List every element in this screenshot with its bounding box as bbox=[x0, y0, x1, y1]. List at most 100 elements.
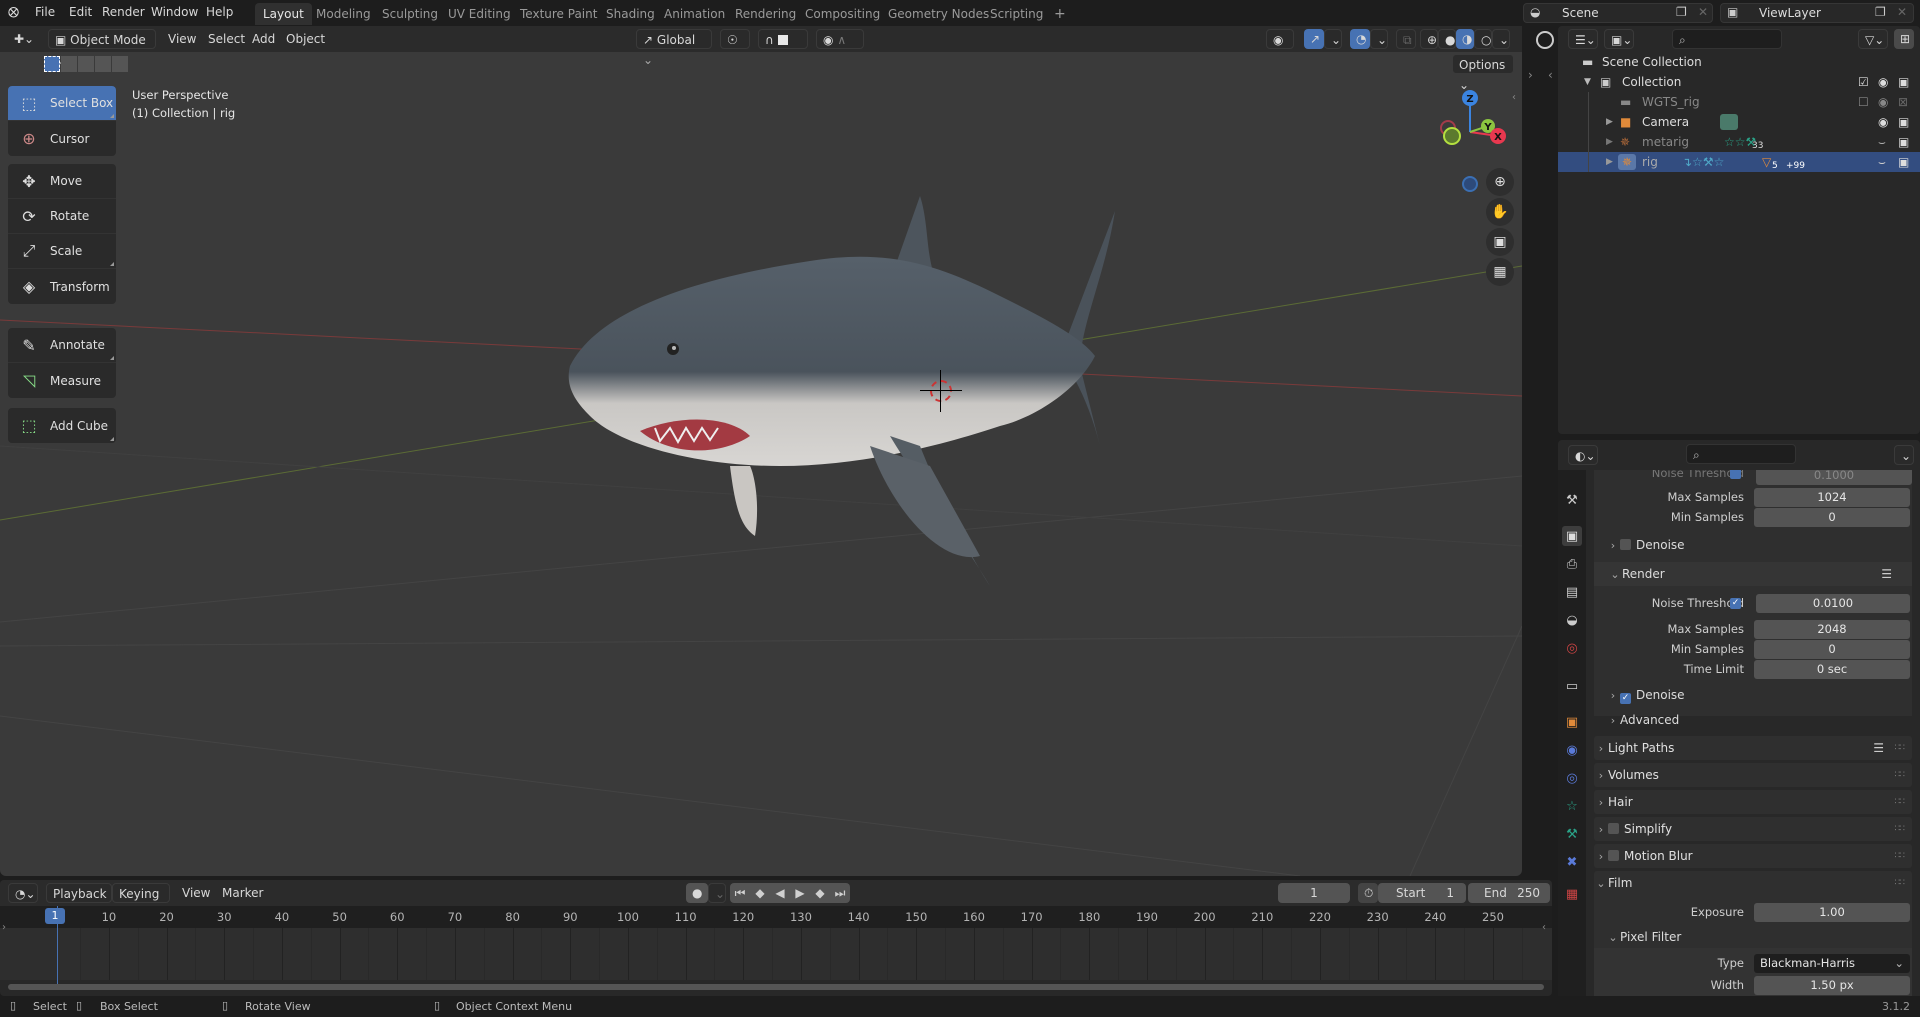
tab-texture-paint[interactable]: Texture Paint bbox=[512, 3, 605, 25]
outliner-row-metarig[interactable]: ▶ ✵ metarig ☆☆⚒ 33 ⌣ ▣ bbox=[1558, 132, 1920, 152]
tool-cursor[interactable]: ⊕ Cursor bbox=[8, 121, 116, 156]
play-icon[interactable]: ▶ bbox=[790, 883, 810, 903]
playback-menu[interactable]: Playback ⌄ bbox=[46, 883, 112, 921]
tool-rotate[interactable]: ⟳ Rotate bbox=[8, 199, 116, 234]
next-keyframe-icon[interactable]: ◆ bbox=[810, 883, 830, 903]
selectability-visibility-button[interactable]: ◉ bbox=[1266, 29, 1294, 49]
outliner-row-collection[interactable]: ▼ ▣ Collection ☑ ◉ ▣ bbox=[1558, 72, 1920, 92]
pivot-point-button[interactable]: ☉ bbox=[720, 29, 750, 49]
menu-file[interactable]: File bbox=[35, 5, 55, 19]
menu-object[interactable]: Object bbox=[280, 29, 331, 49]
filter-type-dropdown[interactable]: Blackman-Harris ⌄ bbox=[1754, 954, 1910, 973]
max-samples-render-field[interactable]: 2048 bbox=[1754, 620, 1910, 639]
expand-channels-icon[interactable]: › bbox=[2, 922, 6, 933]
play-reverse-icon[interactable]: ◀ bbox=[770, 883, 790, 903]
sidebar-toggle-icon[interactable]: ‹ bbox=[1542, 922, 1546, 933]
tab-animation[interactable]: Animation bbox=[656, 3, 733, 25]
exposure-field[interactable]: 1.00 bbox=[1754, 903, 1910, 922]
properties-editor-icon[interactable] bbox=[1536, 31, 1554, 49]
keying-menu[interactable]: Keying ⌄ bbox=[112, 883, 170, 921]
3d-cursor-icon[interactable] bbox=[930, 380, 952, 402]
outliner-search[interactable]: ⌕ bbox=[1672, 29, 1782, 49]
outliner-row-camera[interactable]: ▶ ■ Camera ◉ ▣ bbox=[1558, 112, 1920, 132]
view-layer-tab-icon[interactable]: ▤ bbox=[1562, 582, 1582, 602]
tool-annotate[interactable]: ✎ Annotate bbox=[8, 328, 116, 363]
pan-view-icon[interactable]: ✋ bbox=[1486, 198, 1514, 226]
constraints-tab-icon[interactable]: ◎ bbox=[1562, 768, 1582, 788]
shark-model[interactable] bbox=[560, 166, 1140, 686]
new-view-layer-icon[interactable]: ❐ bbox=[1875, 5, 1886, 19]
panel-hair[interactable]: › Hair ∷∷ bbox=[1594, 790, 1912, 814]
output-tab-icon[interactable]: ⎙ bbox=[1562, 554, 1582, 574]
shading-wireframe[interactable]: ⊕ bbox=[1420, 29, 1438, 49]
film-panel-header[interactable]: ⌄ Film ∷∷ bbox=[1594, 871, 1912, 895]
menu-select[interactable]: Select bbox=[202, 29, 251, 49]
denoise-viewport-subpanel[interactable]: › Denoise bbox=[1606, 538, 1920, 558]
select-new-icon[interactable] bbox=[44, 56, 60, 72]
overlay-toggle[interactable]: ◔ bbox=[1350, 29, 1370, 49]
noise-threshold-field[interactable]: 0.1000 bbox=[1756, 470, 1912, 485]
noise-threshold-render-field[interactable]: 0.0100 bbox=[1756, 594, 1910, 613]
editor-type-button[interactable]: ◐⌄ bbox=[1568, 445, 1598, 465]
tool-tab-icon[interactable]: ⚒ bbox=[1562, 490, 1582, 510]
tab-geometry-nodes[interactable]: Geometry Nodes bbox=[880, 3, 997, 25]
tool-add-cube[interactable]: ⬚ Add Cube bbox=[8, 408, 116, 443]
render-camera-icon[interactable]: ▣ bbox=[1898, 152, 1909, 172]
object-tab-icon[interactable]: ▣ bbox=[1562, 712, 1582, 732]
noise-threshold-render-checkbox[interactable]: ✓ bbox=[1730, 598, 1741, 609]
time-limit-field[interactable]: 0 sec bbox=[1754, 660, 1910, 679]
render-camera-icon[interactable]: ▣ bbox=[1898, 132, 1909, 152]
collapse-right-icon[interactable]: ‹ bbox=[1548, 68, 1553, 82]
options-dropdown[interactable]: ⌄ bbox=[1894, 445, 1914, 465]
menu-marker[interactable]: Marker bbox=[216, 883, 269, 903]
world-tab-icon[interactable]: ◎ bbox=[1562, 638, 1582, 658]
tab-compositing[interactable]: Compositing bbox=[797, 3, 888, 25]
panel-simplify[interactable]: › Simplify ∷∷ bbox=[1594, 817, 1912, 841]
panel-volumes[interactable]: › Volumes ∷∷ bbox=[1594, 763, 1912, 787]
tab-sculpting[interactable]: Sculpting bbox=[374, 3, 446, 25]
scene-tab-icon[interactable]: ◒ bbox=[1562, 610, 1582, 630]
visibility-hidden-icon[interactable]: ⌣ bbox=[1878, 152, 1886, 172]
filter-button[interactable]: ▽⌄ bbox=[1858, 29, 1888, 49]
tab-modeling[interactable]: Modeling bbox=[308, 3, 379, 25]
denoise-render-checkbox[interactable]: ✓ bbox=[1620, 693, 1631, 704]
editor-type-button[interactable]: ✚⌄ bbox=[8, 29, 42, 49]
shading-solid[interactable]: ● bbox=[1438, 29, 1456, 49]
denoise-viewport-checkbox[interactable] bbox=[1620, 539, 1631, 550]
presets-list-icon[interactable]: ☰ bbox=[1881, 562, 1892, 586]
outliner-row-wgts-rig[interactable]: ▬ WGTS_rig ☐ ◉ ⊠ bbox=[1558, 92, 1920, 112]
camera-view-icon[interactable]: ▣ bbox=[1486, 228, 1514, 256]
xray-toggle[interactable]: ⧉ bbox=[1396, 29, 1416, 49]
simplify-checkbox[interactable] bbox=[1608, 823, 1619, 834]
drag-handle-icon[interactable]: ∷∷ bbox=[1895, 736, 1906, 760]
tab-uv-editing[interactable]: UV Editing bbox=[440, 3, 519, 25]
bone-tab-icon[interactable]: ⚒ bbox=[1562, 824, 1582, 844]
shading-dropdown[interactable]: ⌄ bbox=[1492, 29, 1510, 49]
proportional-editing-button[interactable]: ◉ ∧ bbox=[816, 29, 864, 49]
denoise-render-subpanel[interactable]: › ✓ Denoise bbox=[1606, 688, 1920, 708]
tool-move[interactable]: ✥ Move bbox=[8, 164, 116, 199]
bone-constraints-tab-icon[interactable]: ✖ bbox=[1562, 852, 1582, 872]
exclude-checkbox[interactable]: ☐ bbox=[1858, 92, 1869, 112]
exclude-checkbox[interactable]: ☑ bbox=[1858, 72, 1869, 92]
max-samples-viewport-field[interactable]: 1024 bbox=[1754, 488, 1910, 507]
orientation-selector[interactable]: ↗ Global ⌄ bbox=[636, 29, 712, 67]
menu-view[interactable]: View bbox=[176, 883, 216, 903]
preview-range-toggle[interactable]: ⏱ bbox=[1358, 883, 1378, 903]
timeline-body[interactable] bbox=[0, 928, 1552, 980]
expand-icon[interactable]: ▶ bbox=[1606, 132, 1613, 152]
options-button[interactable]: Options ⌄ bbox=[1452, 54, 1514, 92]
zoom-view-icon[interactable]: ⊕ bbox=[1486, 168, 1514, 196]
drag-handle-icon[interactable]: ∷∷ bbox=[1895, 844, 1906, 868]
display-mode-button[interactable]: ☰⌄ bbox=[1568, 29, 1598, 49]
sidebar-toggle-icon[interactable]: ‹ bbox=[1512, 92, 1516, 103]
view-layer-selector[interactable]: ▣ ViewLayer ❐ ✕ bbox=[1720, 3, 1914, 23]
drag-handle-icon[interactable]: ∷∷ bbox=[1895, 871, 1906, 895]
new-collection-button[interactable]: ⊞ bbox=[1894, 29, 1914, 49]
3d-viewport[interactable]: ✚⌄ ▣ Object Mode ⌄ View Select Add Objec… bbox=[0, 26, 1522, 876]
timeline-ruler[interactable]: 10 20 30 40 50 60 70 80 90 100 110 120 130 140 150 160 1… bbox=[0, 906, 1552, 928]
delete-scene-icon[interactable]: ✕ bbox=[1698, 5, 1708, 19]
editor-type-button[interactable]: ◔⌄ bbox=[8, 883, 38, 903]
camera-data-icon[interactable] bbox=[1720, 114, 1738, 130]
render-camera-icon[interactable]: ▣ bbox=[1898, 72, 1909, 92]
